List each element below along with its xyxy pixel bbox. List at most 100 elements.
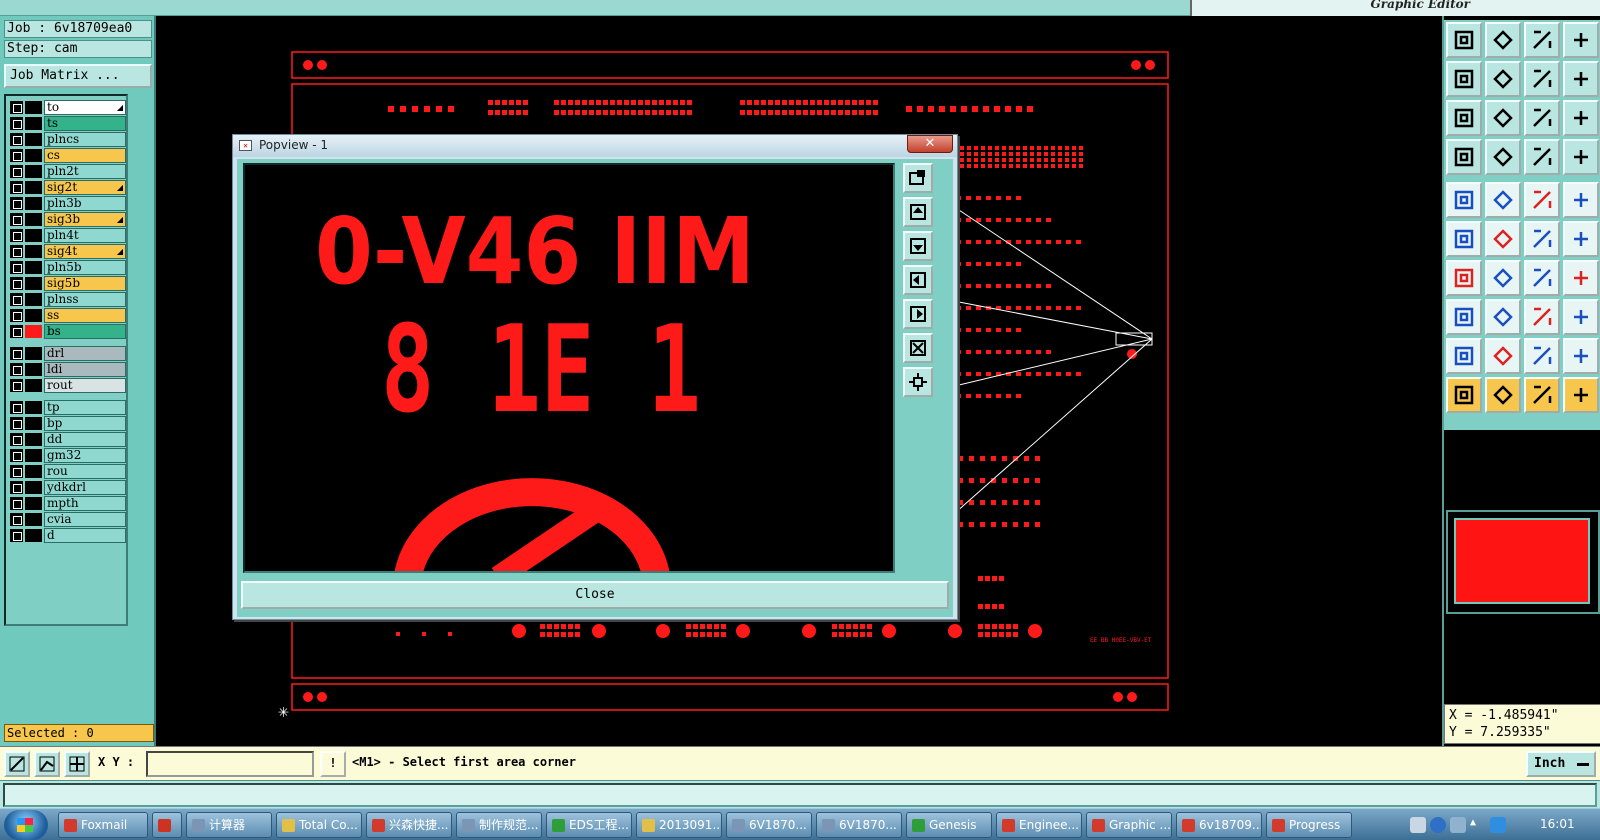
taskbar-item[interactable]: 6V1870...: [726, 812, 812, 838]
layer-name[interactable]: drl: [44, 346, 126, 361]
popview-titlebar[interactable]: ✕ Popview - 1 ✕: [233, 135, 957, 157]
pan-left-button[interactable]: [1446, 61, 1482, 97]
layer-mark[interactable]: [25, 417, 42, 430]
layer-name[interactable]: pln4t: [44, 228, 126, 243]
popview-fit-button[interactable]: [903, 333, 933, 363]
popview-close-button[interactable]: Close: [241, 581, 949, 609]
layer-checkbox[interactable]: [10, 513, 23, 526]
layer-checkbox[interactable]: [10, 325, 23, 338]
layer-name[interactable]: ydkdrl: [44, 480, 126, 495]
fit-vertical-button[interactable]: [1446, 100, 1482, 136]
layer-name[interactable]: rout: [44, 378, 126, 393]
layer-checkbox[interactable]: [10, 449, 23, 462]
grid-button[interactable]: [1485, 139, 1521, 175]
layer-name[interactable]: sig4t ◢: [44, 244, 126, 259]
layer-row-to[interactable]: to ◢: [8, 100, 126, 115]
layer-name[interactable]: bs: [44, 324, 126, 339]
ratio-button[interactable]: [1524, 100, 1560, 136]
add-pad-button[interactable]: [1446, 299, 1482, 335]
polygon-button[interactable]: [1446, 338, 1482, 374]
taskbar-item[interactable]: 制作规范...: [456, 812, 542, 838]
tray-expand-icon[interactable]: ▲: [1470, 817, 1486, 833]
layer-checkbox[interactable]: [10, 245, 23, 258]
layer-name[interactable]: ts: [44, 116, 126, 131]
layer-name[interactable]: plnss: [44, 292, 126, 307]
layer-name[interactable]: plncs: [44, 132, 126, 147]
layer-name[interactable]: ss: [44, 308, 126, 323]
layer-mark[interactable]: [25, 181, 42, 194]
snap-off-button[interactable]: [4, 751, 30, 777]
layer-row-cvia[interactable]: cvia: [8, 512, 126, 527]
layer-row-rout[interactable]: rout: [8, 378, 126, 393]
line-button[interactable]: [1446, 260, 1482, 296]
layer-mark[interactable]: [25, 481, 42, 494]
layer-row-pln4t[interactable]: pln4t: [8, 228, 126, 243]
pointer-button[interactable]: [1446, 377, 1482, 413]
layer-mark[interactable]: [25, 497, 42, 510]
layer-mark[interactable]: [25, 513, 42, 526]
job-matrix-button[interactable]: Job Matrix ...: [4, 64, 152, 88]
layer-checkbox[interactable]: [10, 497, 23, 510]
layer-row-sig4t[interactable]: sig4t ◢: [8, 244, 126, 259]
layer-checkbox[interactable]: [10, 117, 23, 130]
layer-mark[interactable]: [25, 277, 42, 290]
layer-name[interactable]: pln3b: [44, 196, 126, 211]
layer-name[interactable]: cs: [44, 148, 126, 163]
layer-checkbox[interactable]: [10, 309, 23, 322]
layer-row-mpth[interactable]: mpth: [8, 496, 126, 511]
feature-button[interactable]: [1446, 182, 1482, 218]
layer-row-cs[interactable]: cs: [8, 148, 126, 163]
measure-button[interactable]: [1446, 139, 1482, 175]
layer-name[interactable]: cvia: [44, 512, 126, 527]
layer-mark[interactable]: [25, 229, 42, 242]
layer-name[interactable]: bp: [44, 416, 126, 431]
taskbar-item[interactable]: [152, 812, 182, 838]
layer-row-plnss[interactable]: plnss: [8, 292, 126, 307]
layer-checkbox[interactable]: [10, 529, 23, 542]
help-icon[interactable]: [1430, 817, 1446, 833]
layer-row-pln3b[interactable]: pln3b: [8, 196, 126, 211]
layer-mark[interactable]: [25, 213, 42, 226]
popview-pan-up-button[interactable]: [903, 197, 933, 227]
layer-name[interactable]: ldi: [44, 362, 126, 377]
popview-zoom-out-button[interactable]: [903, 367, 933, 397]
layer-checkbox[interactable]: [10, 277, 23, 290]
layer-mark[interactable]: [25, 133, 42, 146]
settings-icon[interactable]: [1450, 817, 1466, 833]
layer-row-dd[interactable]: dd: [8, 432, 126, 447]
netlist-button[interactable]: [1563, 139, 1599, 175]
layer-row-drl[interactable]: drl: [8, 346, 126, 361]
ruler-button[interactable]: [1524, 182, 1560, 218]
xy-input[interactable]: [146, 751, 314, 777]
layer-mark[interactable]: [25, 261, 42, 274]
layer-mark[interactable]: [25, 149, 42, 162]
layer-row-ss[interactable]: ss: [8, 308, 126, 323]
layer-row-pln2t[interactable]: pln2t: [8, 164, 126, 179]
layer-name[interactable]: sig3b ◢: [44, 212, 126, 227]
resize-button[interactable]: [1524, 299, 1560, 335]
layer-checkbox[interactable]: [10, 379, 23, 392]
layer-mark[interactable]: [25, 197, 42, 210]
layer-checkbox[interactable]: [10, 401, 23, 414]
layer-checkbox[interactable]: [10, 433, 23, 446]
layer-row-ldi[interactable]: ldi: [8, 362, 126, 377]
popview-view[interactable]: 0-V46 IIM 8 1E 1: [243, 163, 895, 573]
taskbar-item[interactable]: 6v18709...: [1176, 812, 1262, 838]
taskbar-item[interactable]: Total Co...: [276, 812, 362, 838]
window-close-icon[interactable]: ✕: [907, 135, 953, 153]
layer-name[interactable]: pln2t: [44, 164, 126, 179]
popview-pan-right-button[interactable]: [903, 299, 933, 329]
fit-horizontal-button[interactable]: [1485, 100, 1521, 136]
layer-name[interactable]: pln5b: [44, 260, 126, 275]
layer-checkbox[interactable]: [10, 261, 23, 274]
array-button[interactable]: [1563, 299, 1599, 335]
taskbar-item[interactable]: EDS工程...: [546, 812, 632, 838]
pan-right-button[interactable]: [1485, 61, 1521, 97]
layer-row-ydkdrl[interactable]: ydkdrl: [8, 480, 126, 495]
layer-name[interactable]: tp: [44, 400, 126, 415]
layer-checkbox[interactable]: [10, 363, 23, 376]
taskbar-item[interactable]: Progress: [1266, 812, 1352, 838]
layer-mark[interactable]: [25, 363, 42, 376]
layer-name[interactable]: rou: [44, 464, 126, 479]
pointer-box-button[interactable]: [1485, 377, 1521, 413]
